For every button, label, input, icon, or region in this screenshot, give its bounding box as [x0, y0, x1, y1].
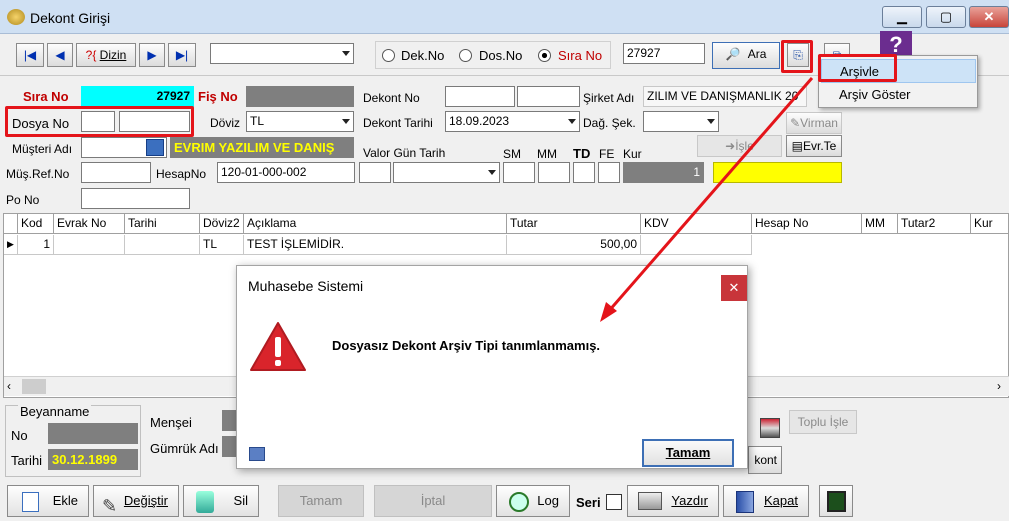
- annotation-arrow: [600, 77, 814, 322]
- dekont-girisi-window: Dekont Girişi ▁ ▢ ✕ |◀ ◀ ?{ Dizin ▶ ▶| D…: [0, 0, 1009, 521]
